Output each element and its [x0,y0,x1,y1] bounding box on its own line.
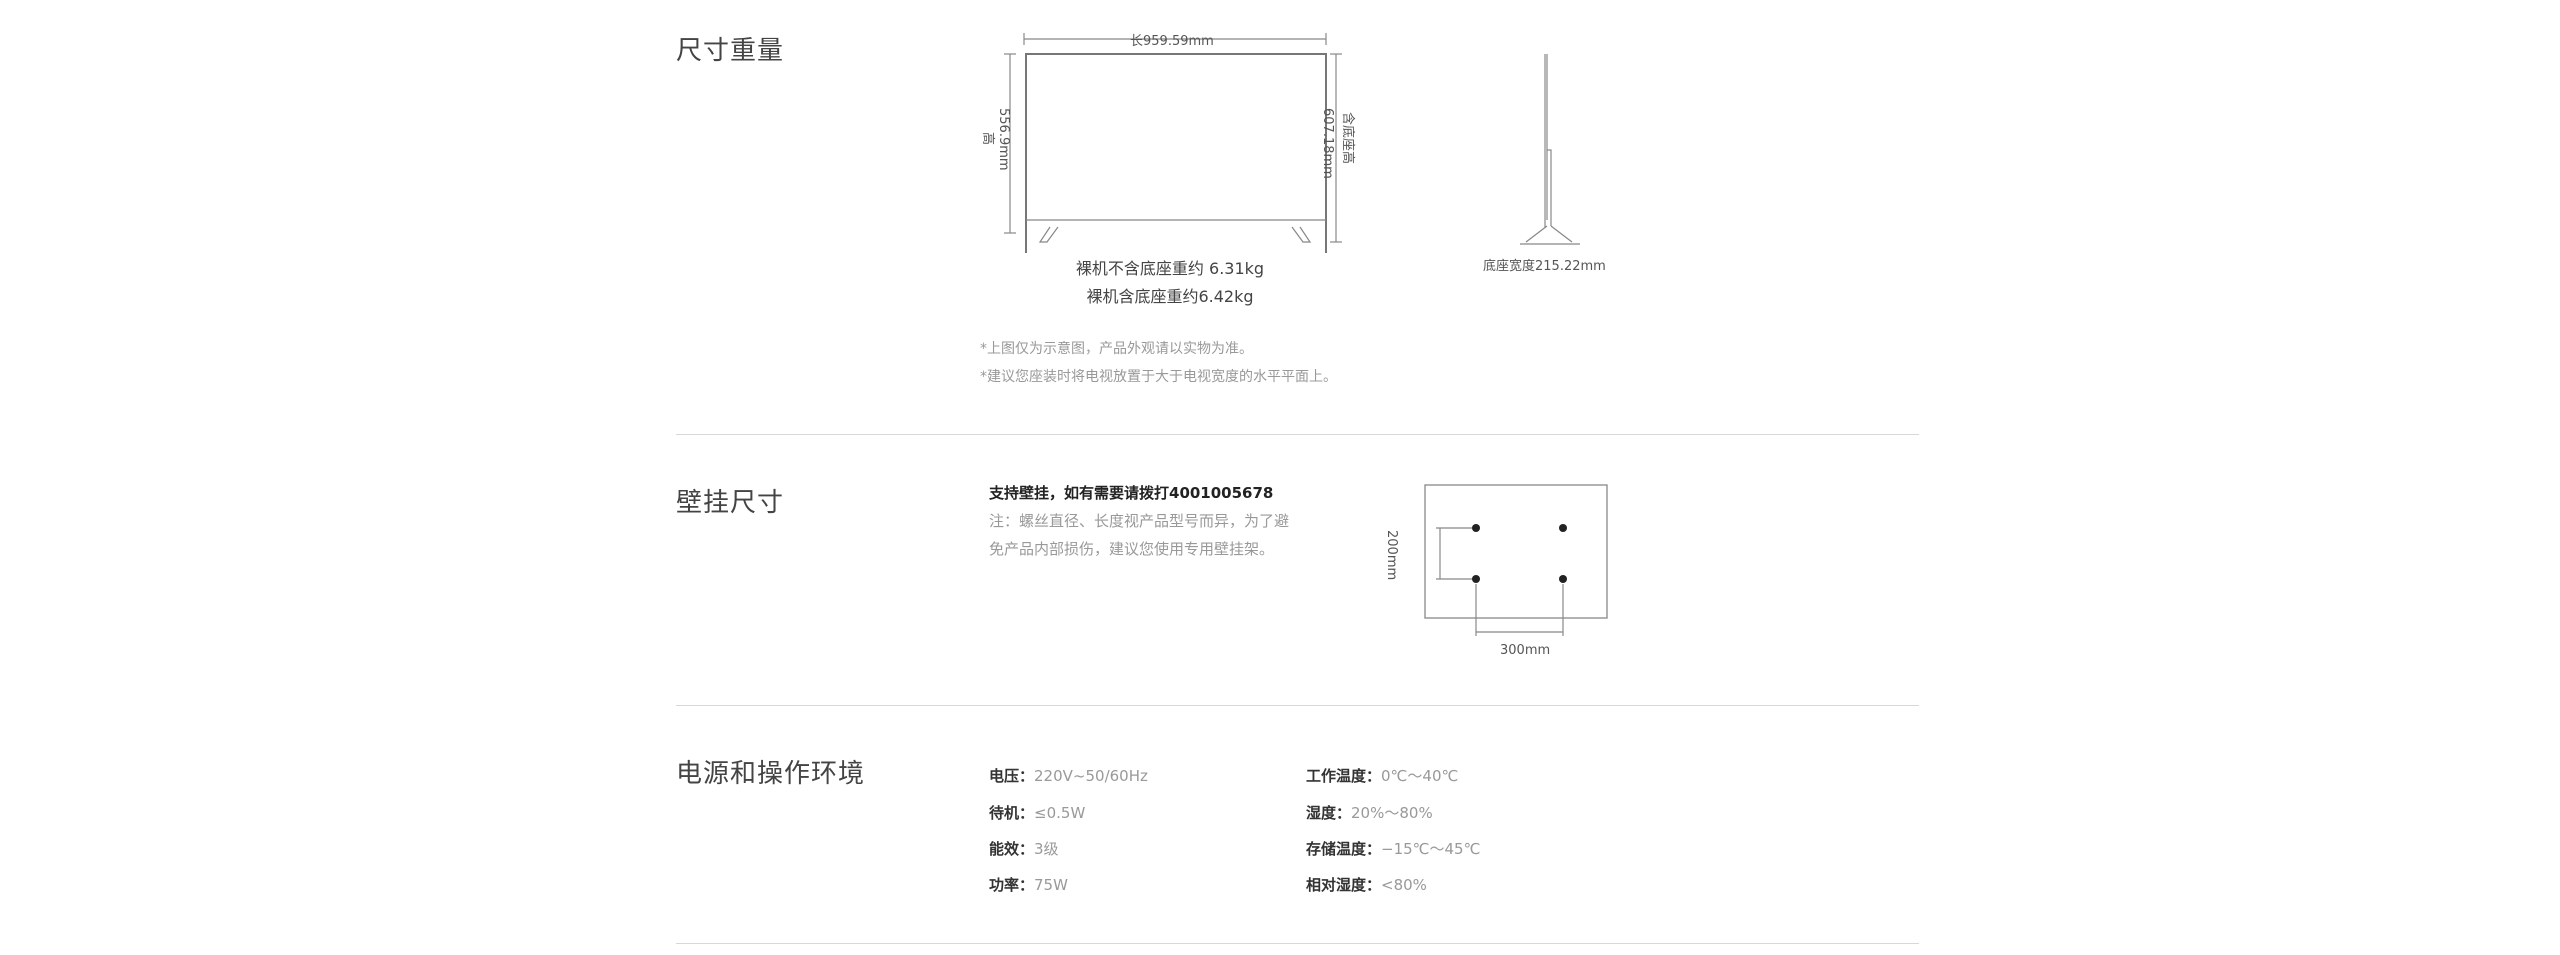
disclaimer-note-1: *上图仅为示意图，产品外观请以实物为准。 [980,341,1253,357]
spec-key: 能效： [989,840,1035,858]
stand-width-label: 底座宽度215.22mm [1483,259,1606,274]
tv-stand-legs [1038,226,1312,243]
height-with-stand-suffix: 含底座高 [1340,112,1355,165]
section-divider [676,434,1919,435]
spec-voltage: 电压：220V~50/60Hz [989,765,1148,786]
section-divider [676,705,1919,706]
spec-key: 存储温度： [1306,840,1382,858]
spec-value: <80% [1381,876,1427,894]
spec-key: 功率： [989,876,1035,894]
vesa-vertical-label: 200mm [1384,530,1399,581]
spec-relative-humidity: 相对湿度：<80% [1306,874,1427,895]
height-dimension-suffix: 高 [980,132,995,146]
weight-with-stand: 裸机含底座重约6.42kg [1086,287,1254,306]
height-with-stand-label: 607.18mm [1320,108,1335,179]
section-divider [676,943,1919,944]
spec-storage-temperature: 存储温度：−15℃～45℃ [1306,838,1480,859]
spec-power: 功率：75W [989,874,1068,895]
spec-key: 工作温度： [1306,767,1382,785]
tv-side-diagram [1520,54,1580,245]
section-title-power-environment: 电源和操作环境 [676,759,866,789]
spec-key: 湿度： [1306,804,1352,822]
spec-value: 20%～80% [1351,804,1433,822]
spec-value: −15℃～45℃ [1381,840,1481,858]
spec-energy-efficiency: 能效：3级 [989,838,1059,859]
section-title-size-weight: 尺寸重量 [676,36,785,66]
spec-key: 相对湿度： [1306,876,1382,894]
disclaimer-note-2: *建议您座装时将电视放置于大于电视宽度的水平平面上。 [980,369,1337,385]
length-dimension-label: 长959.59mm [1130,34,1214,49]
spec-value: 75W [1034,876,1068,894]
weight-without-stand: 裸机不含底座重约 6.31kg [1075,259,1265,278]
spec-key: 待机： [989,804,1035,822]
spec-value: 220V~50/60Hz [1034,767,1148,785]
spec-key: 电压： [989,767,1035,785]
spec-standby: 待机：≤0.5W [989,802,1085,823]
spec-value: 0℃～40℃ [1381,767,1459,785]
wall-mount-note-line-2: 免产品内部损伤，建议您使用专用壁挂架。 [989,540,1275,558]
tv-front-diagram [1004,33,1342,253]
spec-value: ≤0.5W [1034,804,1086,822]
spec-operating-temperature: 工作温度：0℃～40℃ [1306,765,1458,786]
vesa-hole-diagram [1424,484,1608,636]
vesa-horizontal-label: 300mm [1500,643,1551,658]
spec-value: 3级 [1034,840,1059,858]
spec-humidity: 湿度：20%～80% [1306,802,1433,823]
section-title-wall-mount: 壁挂尺寸 [676,488,785,518]
wall-mount-note-line-1: 注：螺丝直径、长度视产品型号而异，为了避 [989,512,1290,530]
wall-mount-support-text: 支持壁挂，如有需要请拨打4001005678 [989,484,1274,502]
